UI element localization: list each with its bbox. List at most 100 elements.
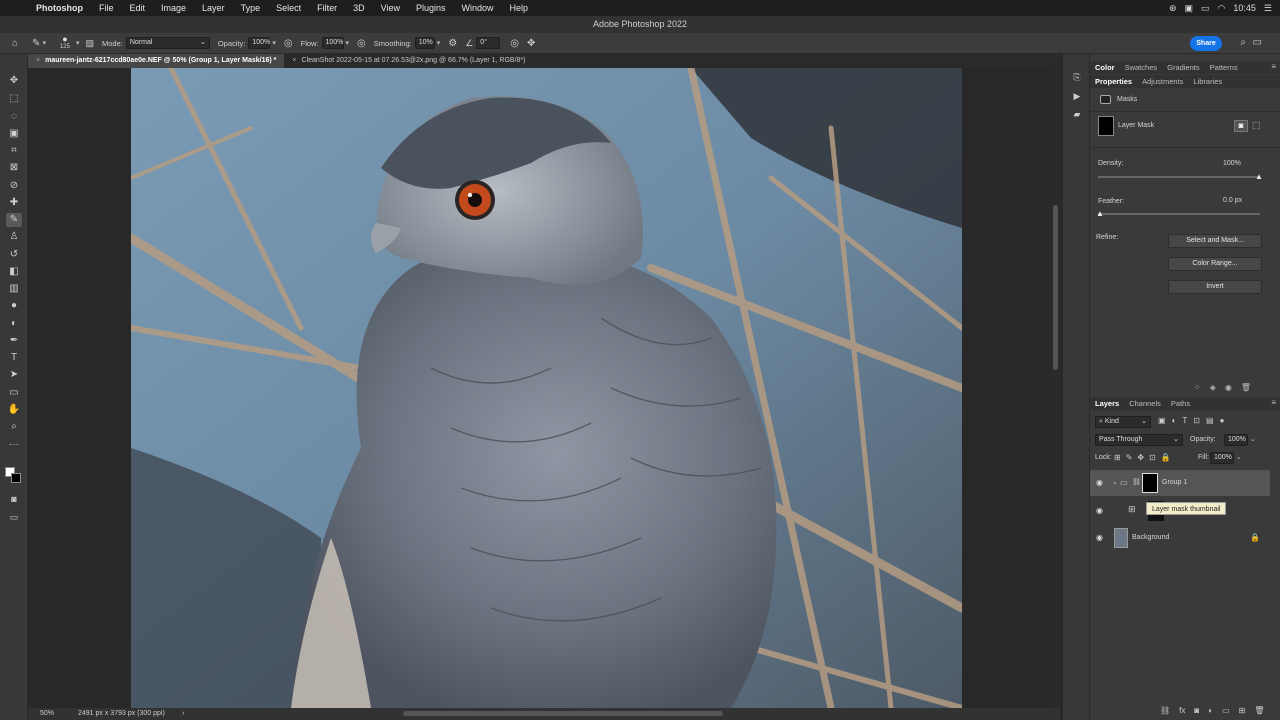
pressure-size-icon[interactable]: ◎ [510,38,519,49]
tab-document-1[interactable]: × maureen-jantz-6217ccd80ae0e.NEF @ 50% (… [28,54,285,68]
menu-edit[interactable]: Edit [122,3,154,13]
layer-name[interactable]: Background [1132,534,1169,541]
move-tool-icon[interactable]: ✥ [6,74,22,88]
add-mask-icon[interactable]: ◙ [1194,706,1199,715]
airbrush-icon[interactable]: ◎ [357,38,366,49]
chevron-down-icon[interactable]: ▾ [272,39,276,47]
pixel-filter-icon[interactable]: ▣ [1158,416,1166,425]
chevron-down-icon[interactable]: ▾ [437,39,441,47]
chevron-down-icon[interactable]: ▾ [42,39,46,47]
tab-adjustments[interactable]: Adjustments [1137,77,1188,86]
tab-color[interactable]: Color [1090,63,1120,72]
brush-tool-icon[interactable]: ✎ [32,38,40,49]
marquee-tool-icon[interactable]: ⬚ [6,92,22,106]
quick-mask-icon[interactable]: ◙ [6,492,22,506]
smoothing-gear-icon[interactable]: ⚙ [448,38,457,49]
menu-app[interactable]: Photoshop [28,3,91,13]
layer-mask-thumbnail[interactable] [1142,473,1158,493]
feather-slider-handle[interactable]: ▲ [1096,209,1104,218]
dodge-tool-icon[interactable]: ◐ [6,317,22,331]
wifi-icon[interactable]: ◠ [1218,3,1226,14]
clone-stamp-tool-icon[interactable]: ♙ [6,230,22,244]
layer-row-background[interactable]: ◉ Background 🔒 [1090,525,1270,551]
tab-channels[interactable]: Channels [1124,399,1166,408]
feather-value[interactable]: 0.0 px [1223,197,1242,204]
link-icon[interactable]: ⛓ [1132,478,1141,486]
zoom-tool-icon[interactable]: ⌕ [6,420,22,434]
frame-tool-icon[interactable]: ⊠ [6,161,22,175]
play-actions-icon[interactable]: ▶ [1071,91,1083,103]
layer-name[interactable]: Group 1 [1162,479,1187,486]
layer-row-group-1[interactable]: ◉ ⌄ ▭ ⛓ Group 1 [1090,470,1270,496]
document-image[interactable] [131,68,962,708]
fill-field[interactable]: 100% [1210,452,1234,464]
pixel-mask-icon[interactable]: ◙ [1234,120,1248,132]
feather-slider[interactable] [1098,213,1260,215]
invert-button[interactable]: Invert [1168,280,1262,294]
close-icon[interactable]: × [36,57,40,64]
tab-properties[interactable]: Properties [1090,77,1137,86]
new-adjustment-icon[interactable]: ◐ [1208,706,1213,715]
menu-window[interactable]: Window [454,3,502,13]
background-color-swatch[interactable] [11,473,21,483]
lock-transparent-icon[interactable]: ⊞ [1114,453,1121,462]
brush-preset-picker[interactable]: ● 125 [56,34,74,52]
lock-position-icon[interactable]: ✥ [1137,453,1144,462]
tab-swatches[interactable]: Swatches [1120,63,1163,72]
tab-libraries[interactable]: Libraries [1188,77,1227,86]
filter-toggle-icon[interactable]: ● [1220,416,1225,425]
panel-menu-icon[interactable]: ≡ [1271,62,1276,71]
tab-layers[interactable]: Layers [1090,399,1124,408]
visibility-eye-icon[interactable]: ◉ [1096,533,1103,542]
layer-filter-kind[interactable]: ⌕ Kind ⌄ [1095,416,1151,428]
chevron-down-icon[interactable]: ▾ [76,39,80,47]
menu-layer[interactable]: Layer [194,3,233,13]
visibility-eye-icon[interactable]: ◉ [1096,478,1103,487]
vector-mask-icon[interactable]: ⬚ [1252,120,1261,131]
delete-mask-icon[interactable]: 🗑 [1241,383,1251,392]
lasso-tool-icon[interactable]: ◌ [6,110,22,124]
lock-image-icon[interactable]: ✎ [1126,453,1133,462]
density-slider-handle[interactable]: ▲ [1255,172,1263,181]
chevron-down-icon[interactable]: ⌄ [1236,453,1242,461]
menu-help[interactable]: Help [502,3,537,13]
smoothing-field[interactable]: 10% [414,37,435,49]
horizontal-scroll-thumb[interactable] [403,711,723,716]
hand-tool-icon[interactable]: ✋ [6,403,22,417]
shape-filter-icon[interactable]: ⊡ [1193,416,1200,425]
tab-patterns[interactable]: Patterns [1205,63,1243,72]
new-layer-icon[interactable]: ⊞ [1239,706,1246,715]
density-value[interactable]: 100% [1223,160,1241,167]
menu-3d[interactable]: 3D [345,3,373,13]
tab-document-2[interactable]: × CleanShot 2022-05-15 at 07.26.53@2x.png… [284,54,533,68]
share-button[interactable]: Share [1190,36,1222,51]
pen-tool-icon[interactable]: ✒ [6,334,22,348]
zoom-level[interactable]: 50% [40,708,54,720]
control-center-icon[interactable]: ☰ [1264,3,1272,14]
delete-layer-icon[interactable]: 🗑 [1254,706,1264,715]
visibility-eye-icon[interactable]: ◉ [1225,383,1232,392]
close-icon[interactable]: × [292,57,296,64]
menu-select[interactable]: Select [268,3,309,13]
fx-icon[interactable]: fx [1179,706,1185,715]
creative-cloud-icon[interactable]: ⊛ [1169,3,1177,14]
layers-menu-icon[interactable]: ≡ [1271,398,1276,407]
lock-artboard-icon[interactable]: ⊡ [1149,453,1156,462]
menu-type[interactable]: Type [233,3,269,13]
menu-file[interactable]: File [91,3,122,13]
eraser-tool-icon[interactable]: ◧ [6,265,22,279]
mode-select[interactable]: Normal ⌄ [125,37,210,49]
menu-plugins[interactable]: Plugins [408,3,454,13]
opacity-field[interactable]: 100% [248,37,271,49]
tab-gradients[interactable]: Gradients [1162,63,1205,72]
smart-object-filter-icon[interactable]: ▤ [1206,416,1214,425]
load-selection-icon[interactable]: ⁘ [1194,383,1201,392]
crop-tool-icon[interactable]: ⌗ [6,144,22,158]
battery-icon[interactable]: ▭ [1201,3,1210,14]
color-range-button[interactable]: Color Range... [1168,257,1262,271]
rectangle-tool-icon[interactable]: ▭ [6,386,22,400]
blur-tool-icon[interactable]: ● [6,299,22,313]
menu-view[interactable]: View [373,3,408,13]
brush-tool-icon[interactable]: ✎ [6,213,22,227]
symmetry-icon[interactable]: ✥ [527,38,535,49]
